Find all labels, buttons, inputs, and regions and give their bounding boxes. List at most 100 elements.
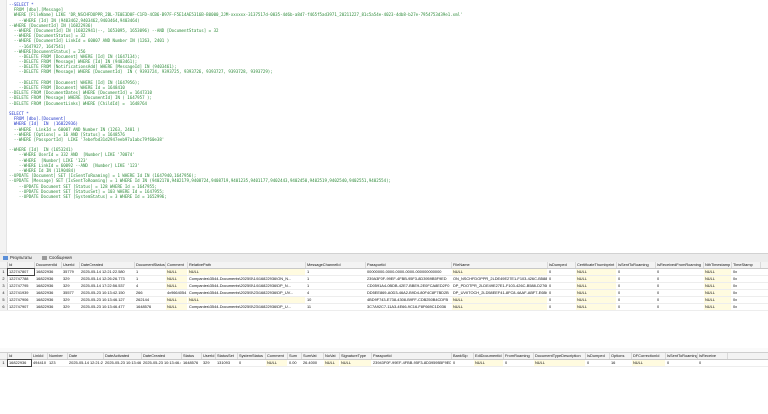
table-cell[interactable]: 0	[666, 360, 697, 366]
table-cell[interactable]: 0x	[732, 304, 760, 310]
table-cell[interactable]: 131093	[216, 360, 237, 366]
column-header[interactable]: NthTimestamp	[704, 262, 732, 268]
column-header[interactable]: DocumentTypeDescription	[534, 353, 586, 359]
table-cell[interactable]: 1	[306, 276, 365, 282]
row-number[interactable]: 2	[0, 276, 8, 282]
table-cell[interactable]: NULL	[166, 283, 187, 289]
table-cell[interactable]: 4x9664054	[166, 290, 187, 296]
column-header[interactable]: Sum	[288, 353, 302, 359]
table-cell[interactable]: 16822936	[35, 290, 61, 296]
table-cell[interactable]: 0	[548, 304, 575, 310]
column-header[interactable]: UserId	[62, 262, 80, 268]
table-cell[interactable]: 122747907	[8, 304, 34, 310]
column-header[interactable]: DFCorrectionId	[632, 353, 666, 359]
table-cell[interactable]: NULL	[166, 297, 187, 303]
table-cell[interactable]: 4	[306, 290, 365, 296]
table-cell[interactable]: 0x	[732, 276, 760, 282]
table-cell[interactable]: NULL	[452, 297, 547, 303]
column-header[interactable]: UserId	[202, 353, 216, 359]
column-header[interactable]: IsSentToRoaming	[666, 353, 698, 359]
column-header[interactable]: PassportId	[366, 262, 452, 268]
table-cell[interactable]: CD0591A4-0BDB-42E7-BBE9-2E0FCA8ED2F0	[366, 283, 451, 289]
column-header[interactable]: DocumentId	[35, 262, 62, 268]
table-cell[interactable]: NULL	[166, 276, 187, 282]
column-header[interactable]: DateCreated	[80, 262, 135, 268]
table-cell[interactable]: 00000000-0000-0000-0000-000000000000	[366, 269, 451, 275]
table-cell[interactable]: 4	[135, 283, 165, 289]
table-cell[interactable]: 0	[656, 269, 703, 275]
column-header[interactable]: BankSip	[452, 353, 474, 359]
table-cell[interactable]: 2025-05-14 12:21:22.580	[80, 269, 134, 275]
table-cell[interactable]: Companies\3544-Documents\2025\5\14\16822…	[188, 283, 305, 289]
table-cell[interactable]: NULL	[474, 360, 503, 366]
column-header[interactable]: DateActivated	[104, 353, 142, 359]
table-row[interactable]: 4 122741939 16822936 35577 2025-05-23 10:13:…	[0, 290, 768, 297]
table-cell[interactable]: 0.00	[288, 360, 301, 366]
table-cell[interactable]: 2025-05-14 17:22:56.537	[80, 283, 134, 289]
table-cell[interactable]: 266	[135, 290, 165, 296]
table-cell[interactable]: 0x	[732, 297, 760, 303]
table-cell[interactable]: 3C7A92C7-11A3-4E66-9C16-F8F669C1D036	[366, 304, 451, 310]
column-header[interactable]: IsDumped	[586, 353, 610, 359]
row-number[interactable]: 5	[0, 297, 8, 303]
table-row[interactable]: 1 122747807 16822936 35779 2025-05-14 12:21:…	[0, 268, 768, 276]
tab-results[interactable]: Результаты	[3, 255, 32, 261]
table-cell[interactable]: 2025-05-14 12:21:22.567	[68, 360, 103, 366]
table-cell[interactable]: 35577	[62, 290, 79, 296]
column-header[interactable]: SumVat	[302, 353, 324, 359]
column-header[interactable]: IsReceivedFromRoaming	[656, 262, 704, 268]
table-cell[interactable]: 0	[548, 290, 575, 296]
column-header[interactable]: SystemStatus	[238, 353, 266, 359]
table-row[interactable]: 3 122747795 16822936 329 2025-05-14 17:22:56…	[0, 283, 768, 290]
table-cell[interactable]: NULL	[576, 269, 616, 275]
table-cell[interactable]: NULL	[704, 304, 731, 310]
table-cell[interactable]: 2025-05-23 10:13:46.477	[142, 360, 181, 366]
table-cell[interactable]: 0	[656, 304, 703, 310]
column-header[interactable]: LinkId	[32, 353, 48, 359]
column-header[interactable]: RelativePath	[188, 262, 306, 268]
table-cell[interactable]: NULL	[166, 269, 187, 275]
results-grid-document[interactable]: Id LinkId Number Date DateActivated DateCreat…	[0, 352, 768, 371]
table-cell[interactable]: ON_NSCHFDOPPR_2LDE49E27E1-F103-426C-B588…	[452, 276, 547, 282]
row-number[interactable]: 3	[0, 283, 8, 289]
table-cell[interactable]: 329	[62, 276, 79, 282]
table-cell[interactable]: 2025-05-23 10:13:42.150	[80, 290, 134, 296]
sql-editor[interactable]: --SELECT * FROM [dbo].[Message] WHERE [F…	[0, 0, 768, 253]
table-cell[interactable]: NULL	[188, 269, 305, 275]
column-header[interactable]: EdiDocumentId	[474, 353, 504, 359]
results-grid-document-messages[interactable]: Id DocumentId UserId DateCreated DocumentSta…	[0, 262, 768, 348]
table-cell[interactable]: NULL	[534, 360, 585, 366]
sql-code[interactable]: --SELECT * FROM [dbo].[Message] WHERE [F…	[9, 2, 765, 199]
table-cell[interactable]: 2025-05-23 10:13:46.127	[80, 297, 134, 303]
table-cell[interactable]: 0	[617, 304, 655, 310]
table-cell[interactable]: 0	[548, 283, 575, 289]
table-cell[interactable]: NULL	[704, 290, 731, 296]
table-cell[interactable]: 262144	[135, 297, 165, 303]
table-cell[interactable]: Companies\3544-Documents\2025\5\23\16822…	[188, 304, 305, 310]
tab-messages[interactable]: Сообщения	[42, 255, 72, 261]
table-cell[interactable]: NULL	[704, 283, 731, 289]
table-cell[interactable]: 494410	[32, 360, 47, 366]
table-cell[interactable]: 122741939	[8, 290, 34, 296]
row-number[interactable]: 1	[0, 360, 8, 366]
table-cell[interactable]: 329	[62, 283, 79, 289]
table-cell[interactable]: 0x	[732, 269, 760, 275]
column-header[interactable]: TimeStamp	[732, 262, 761, 268]
table-cell[interactable]: 0	[238, 360, 265, 366]
table-cell[interactable]: 0	[504, 360, 533, 366]
table-cell[interactable]: 0	[548, 269, 575, 275]
table-cell[interactable]: 329	[62, 304, 79, 310]
table-cell[interactable]: NULL	[452, 269, 547, 275]
table-cell[interactable]: DD5EE869-A0D3-46A2-B9D4-80F4C8F7BD2B	[366, 290, 451, 296]
column-header[interactable]: Comment	[166, 262, 188, 268]
table-cell[interactable]: 35779	[62, 269, 79, 275]
table-cell[interactable]: 0	[548, 276, 575, 282]
table-cell[interactable]: 329	[202, 360, 215, 366]
table-cell[interactable]: 0x	[732, 283, 760, 289]
table-cell[interactable]: NULL	[188, 297, 305, 303]
table-cell[interactable]: 0	[617, 290, 655, 296]
table-cell[interactable]: 4BD9F743-E738-4308-B9FF-CDB250B4CDFB	[366, 297, 451, 303]
table-cell[interactable]: 16822936	[35, 304, 61, 310]
table-cell[interactable]: 0	[656, 290, 703, 296]
column-header[interactable]: PassportId	[372, 353, 452, 359]
